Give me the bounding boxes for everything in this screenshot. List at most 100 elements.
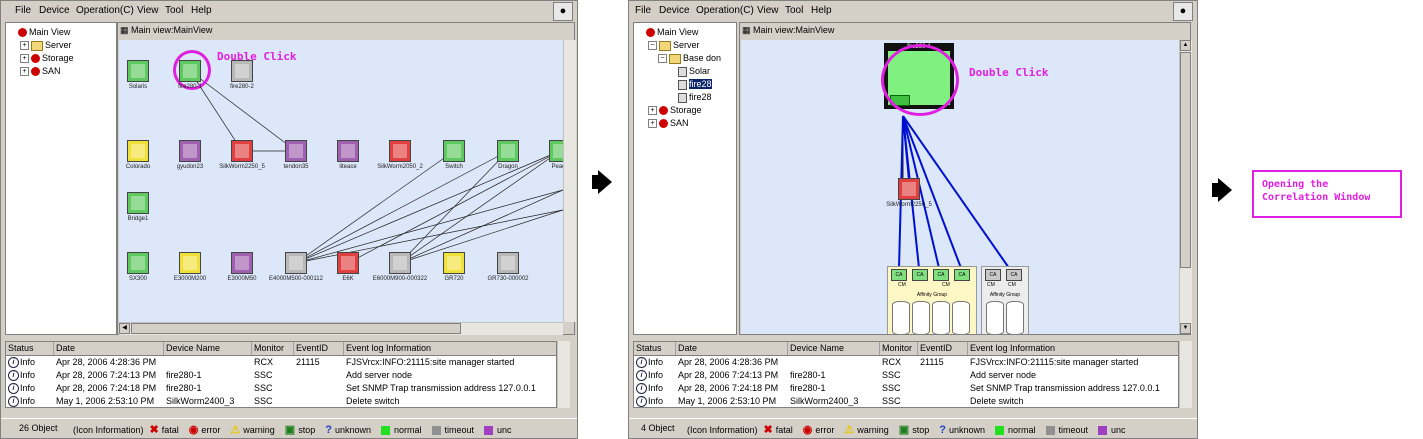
expand-icon[interactable]: + (20, 41, 29, 51)
scroll-left-button[interactable]: ◀ (119, 323, 130, 334)
device-node[interactable] (127, 60, 149, 82)
expand-icon[interactable]: + (20, 67, 29, 77)
legend-label: unknown (334, 425, 371, 435)
storage-array-1[interactable]: CA CA CA CA CM CM Affinity Group (887, 266, 977, 334)
device-node[interactable] (389, 252, 411, 274)
scroll-thumb[interactable] (1180, 52, 1191, 268)
menu-help[interactable]: Help (811, 5, 832, 16)
table-cell (164, 356, 252, 369)
tree-item-label: Solar (689, 66, 711, 76)
tree-item-server-node-selected[interactable]: fire28 (678, 78, 712, 91)
device-node[interactable] (179, 140, 201, 162)
menu-view[interactable]: View (757, 5, 779, 16)
legend-label: unc (497, 425, 512, 435)
tree-item-san[interactable]: + SAN (20, 65, 61, 78)
device-node[interactable] (127, 140, 149, 162)
device-node[interactable] (127, 252, 149, 274)
device-node[interactable] (443, 252, 465, 274)
switch-node[interactable] (898, 178, 920, 200)
collapse-icon[interactable]: − (648, 41, 657, 51)
tree-item-server-node[interactable]: fire28 (678, 91, 712, 104)
disk-icon (892, 301, 910, 334)
column-header[interactable]: Monitor (252, 342, 294, 355)
map-vertical-scrollbar[interactable] (563, 40, 576, 322)
column-header[interactable]: Device Name (788, 342, 880, 355)
column-header[interactable]: Event log Information (344, 342, 556, 355)
menu-device[interactable]: Device (39, 5, 70, 16)
device-node[interactable] (497, 252, 519, 274)
column-header[interactable]: Monitor (880, 342, 918, 355)
error-icon: ◉ (188, 424, 199, 436)
menu-view[interactable]: View (137, 5, 159, 16)
menu-operation[interactable]: Operation(C) (696, 5, 754, 16)
tree-item-storage[interactable]: + Storage (20, 52, 74, 65)
map-title: ▦ Main view:MainView (120, 25, 212, 36)
menu-device[interactable]: Device (659, 5, 690, 16)
legend-item: ✖ fatal (150, 424, 179, 436)
device-node[interactable] (127, 192, 149, 214)
tree-item-label: Storage (670, 105, 702, 115)
device-node[interactable] (337, 252, 359, 274)
scroll-thumb[interactable] (131, 323, 461, 334)
map-horizontal-scrollbar[interactable]: ◀ (119, 322, 563, 335)
tree-item-server[interactable]: − Server (648, 39, 700, 52)
menu-help[interactable]: Help (191, 5, 212, 16)
menu-file[interactable]: File (635, 5, 651, 16)
warning-icon: ⚠ (844, 424, 855, 436)
device-node[interactable] (231, 252, 253, 274)
device-node[interactable] (179, 252, 201, 274)
map-vertical-scrollbar[interactable]: ▲ ▼ (1179, 40, 1192, 334)
correlation-map[interactable]: fire280-1 Double Click SilkWorm2250_5 CA… (741, 40, 1179, 334)
tree-root[interactable]: Main View (646, 26, 698, 39)
menu-operation[interactable]: Operation(C) (76, 5, 134, 16)
device-node[interactable] (231, 140, 253, 162)
tree-item-server-node[interactable]: Solar (678, 65, 710, 78)
annotation-double-click: Double Click (969, 66, 1049, 79)
expand-icon[interactable]: + (648, 119, 657, 129)
collapse-icon[interactable]: − (658, 54, 667, 64)
column-header[interactable]: Status (634, 342, 676, 355)
device-node[interactable] (285, 252, 307, 274)
menu-file[interactable]: File (15, 5, 31, 16)
storage-array-2[interactable]: CA CA CM CM Affinity Group (981, 266, 1029, 334)
column-header[interactable]: EventID (294, 342, 344, 355)
device-node[interactable] (389, 140, 411, 162)
tree-item-base-domain[interactable]: − Base don (658, 52, 721, 65)
device-node[interactable] (231, 60, 253, 82)
menu-tool[interactable]: Tool (165, 5, 183, 16)
cm-label: CM (987, 282, 995, 288)
event-log-scrollbar[interactable] (557, 341, 570, 408)
tree-root[interactable]: Main View (18, 26, 70, 39)
menu-tool[interactable]: Tool (785, 5, 803, 16)
device-node[interactable] (285, 140, 307, 162)
expand-icon[interactable]: + (20, 54, 29, 64)
device-node[interactable] (337, 140, 359, 162)
table-cell: FJSVrcx:INFO:21115:site manager started (970, 357, 1139, 367)
event-log-scrollbar[interactable] (1179, 341, 1192, 408)
legend-prefix: (Icon Information) (687, 425, 758, 435)
status-square-icon (431, 426, 441, 436)
scroll-down-button[interactable]: ▼ (1180, 323, 1191, 334)
device-node[interactable] (549, 140, 563, 162)
column-header[interactable]: EventID (918, 342, 968, 355)
device-icon (183, 64, 197, 78)
scroll-up-button[interactable]: ▲ (1180, 40, 1191, 51)
tree-item-storage[interactable]: + Storage (648, 104, 702, 117)
arrow-head (598, 170, 612, 194)
topology-map[interactable]: Double Click Solaris fire280-1 fire280-2 Co… (119, 40, 563, 322)
device-node[interactable] (179, 60, 201, 82)
map-title-text: Main view:MainView (131, 25, 213, 35)
legend-label: unknown (948, 425, 985, 435)
info-icon: i (636, 396, 647, 407)
tree-item-server[interactable]: + Server (20, 39, 72, 52)
column-header[interactable]: Event log Information (968, 342, 1178, 355)
column-header[interactable]: Device Name (164, 342, 252, 355)
column-header[interactable]: Date (676, 342, 788, 355)
device-node[interactable] (497, 140, 519, 162)
legend: (Icon Information) ✖ fatal ◉ error ⚠ warning ▣ s… (73, 423, 522, 436)
tree-item-san[interactable]: + SAN (648, 117, 689, 130)
column-header[interactable]: Date (54, 342, 164, 355)
column-header[interactable]: Status (6, 342, 54, 355)
expand-icon[interactable]: + (648, 106, 657, 116)
device-node[interactable] (443, 140, 465, 162)
